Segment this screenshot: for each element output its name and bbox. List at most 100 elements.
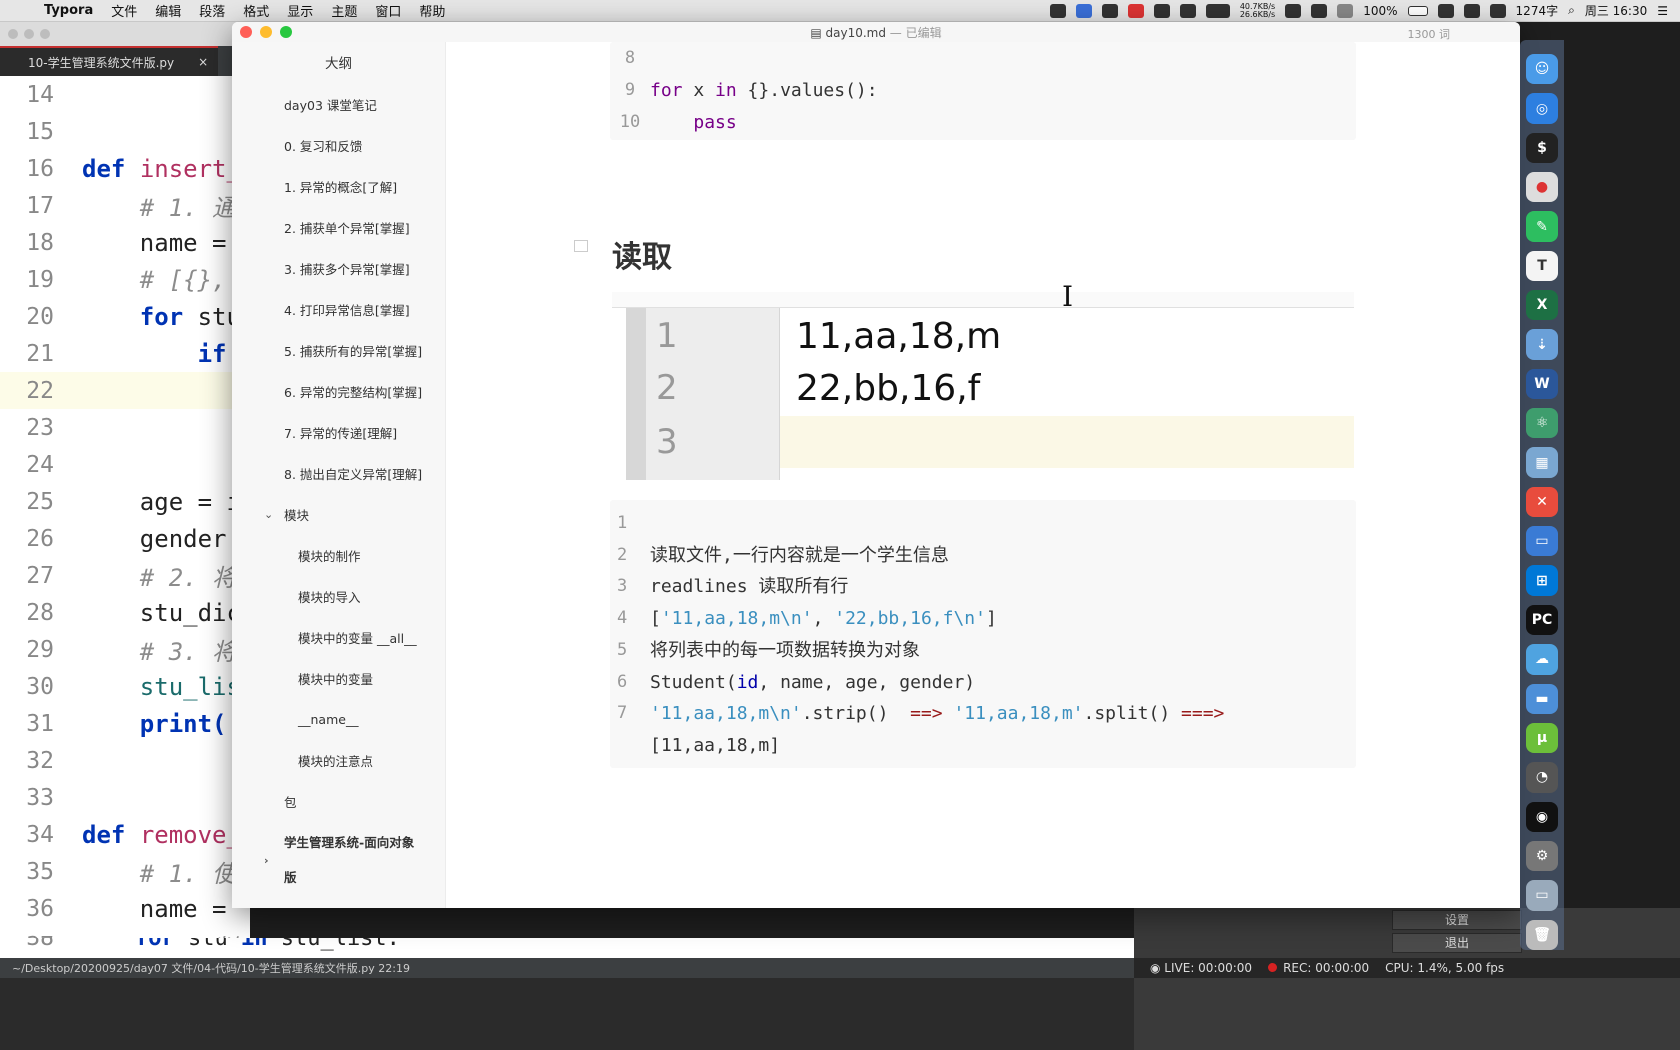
outline-item[interactable]: 1. 异常的概念[了解] xyxy=(232,166,445,207)
menu-paragraph[interactable]: 段落 xyxy=(199,1,225,20)
chrome-icon[interactable]: ● xyxy=(1526,172,1558,203)
chevron-down-icon[interactable]: ⌄ xyxy=(264,508,273,521)
code-line: 29 # 3. 将 xyxy=(26,636,237,667)
outline-item[interactable]: 3. 捕获多个异常[掌握] xyxy=(232,248,445,289)
timer-icon[interactable]: ◔ xyxy=(1526,762,1558,793)
tray-app-icon[interactable] xyxy=(1075,3,1092,18)
code-block[interactable]: 1 2 读取文件,一行内容就是一个学生信息 3 readlines 读取所有行 4[… xyxy=(610,500,1356,768)
weather-icon[interactable]: ☁ xyxy=(1526,644,1558,675)
outline-item[interactable]: 模块的制作 xyxy=(232,535,445,576)
tray-app-icon[interactable] xyxy=(1049,3,1066,18)
downloads-icon[interactable]: ▭ xyxy=(1526,880,1558,911)
evernote-icon[interactable]: ✎ xyxy=(1526,211,1558,242)
ide-window: 10-学生管理系统文件版.py × 14 15 16 def insert_ 17… xyxy=(0,22,250,1050)
menu-view[interactable]: 显示 xyxy=(287,1,313,20)
word-icon[interactable]: W xyxy=(1526,368,1558,400)
ide-titlebar xyxy=(0,22,250,46)
tray-app-icon[interactable] xyxy=(1127,3,1144,18)
tray-app-icon[interactable] xyxy=(1311,3,1328,18)
photos-icon[interactable]: ▦ xyxy=(1526,447,1558,478)
folder-icon[interactable]: ▬ xyxy=(1526,683,1558,714)
settings-button[interactable]: 设置 xyxy=(1392,910,1522,930)
menu-window[interactable]: 窗口 xyxy=(375,1,401,20)
outline-item[interactable]: 5. 捕获所有的异常[掌握] xyxy=(232,330,445,371)
xmind-icon[interactable]: ✕ xyxy=(1526,486,1558,518)
outline-item-student-system-cont[interactable]: › 版 xyxy=(232,854,445,892)
menu-theme[interactable]: 主题 xyxy=(331,1,357,20)
tray-app-icon[interactable] xyxy=(1179,3,1196,18)
outline-item[interactable]: 6. 异常的完整结构[掌握] xyxy=(232,371,445,412)
close-button[interactable] xyxy=(8,29,18,39)
utorrent-icon[interactable]: μ xyxy=(1526,722,1558,754)
editor-tab[interactable]: 10-学生管理系统文件版.py × xyxy=(0,46,219,76)
editor-content[interactable]: 8 9 for x in {}.values(): 10 pass 读取 1 11,… xyxy=(446,42,1520,908)
code-line: 5 将列表中的每一项数据转换为对象 xyxy=(617,639,920,661)
tray-app-icon[interactable] xyxy=(1101,3,1118,18)
screen-icon[interactable]: ▭ xyxy=(1526,526,1558,557)
outline-item[interactable]: 4. 打印异常信息[掌握] xyxy=(232,289,445,330)
safari-icon[interactable]: ◎ xyxy=(1526,93,1558,124)
menu-file[interactable]: 文件 xyxy=(111,1,137,20)
code-line: 38 for stu in stu_list: xyxy=(26,938,400,951)
code-block[interactable]: 8 9 for x in {}.values(): 10 pass xyxy=(610,42,1356,140)
window-title: ▤ day10.md — 已编辑 xyxy=(810,25,942,40)
outline-item[interactable]: 8. 抛出自定义异常[理解] xyxy=(232,453,445,494)
preview-icon[interactable]: ⇣ xyxy=(1526,329,1558,360)
outline-item[interactable]: 7. 异常的传递[理解] xyxy=(232,412,445,453)
notification-center-icon[interactable]: ☰ xyxy=(1657,4,1668,18)
outline-item[interactable]: 模块中的变量 xyxy=(232,658,445,699)
outline-item[interactable]: 模块的导入 xyxy=(232,576,445,617)
code-line: 36 name = xyxy=(26,894,227,923)
pycharm-icon[interactable]: PC xyxy=(1526,604,1558,636)
finder-icon[interactable]: ☺ xyxy=(1526,54,1558,85)
trash-icon[interactable]: 🗑 xyxy=(1526,919,1558,950)
search-icon[interactable]: ⌕ xyxy=(1568,3,1575,18)
outline-item[interactable]: 2. 捕获单个异常[掌握] xyxy=(232,207,445,248)
windows-icon[interactable]: ⊞ xyxy=(1526,565,1558,596)
tray-app-icon[interactable] xyxy=(1437,3,1454,18)
battery-icon[interactable] xyxy=(1407,5,1428,16)
typora-icon[interactable]: T xyxy=(1526,250,1558,282)
menu-format[interactable]: 格式 xyxy=(243,1,269,20)
heading-anchor-icon[interactable] xyxy=(574,240,588,252)
zoom-button[interactable] xyxy=(40,29,50,39)
system-preferences-icon[interactable]: ⚙ xyxy=(1526,840,1558,872)
code-line: 24 xyxy=(26,451,54,478)
atom-icon[interactable]: ⚛ xyxy=(1526,408,1558,439)
wifi-icon[interactable] xyxy=(1337,3,1354,18)
document-icon: ▤ xyxy=(810,25,826,40)
outline-item[interactable]: 模块中的变量 __all__ xyxy=(232,617,445,658)
ide-code-editor[interactable]: 14 15 16 def insert_ 17 # 1. 通 18 name = … xyxy=(0,76,250,964)
code-line-wrap: [11,aa,18,m] xyxy=(650,734,781,756)
tray-app-icon[interactable] xyxy=(1285,3,1302,18)
input-method-icon[interactable] xyxy=(1463,3,1480,18)
code-line: 20 for stu xyxy=(26,302,241,331)
minimize-button[interactable] xyxy=(24,29,34,39)
outline-item[interactable]: 模块的注意点 xyxy=(232,740,445,781)
app-menu[interactable]: Typora xyxy=(44,3,93,18)
outline-item-modules[interactable]: ⌄ 模块 xyxy=(232,494,445,535)
text-cursor-icon: I xyxy=(1062,280,1074,313)
code-line: 10 pass xyxy=(619,111,737,133)
clock[interactable]: 周三 16:30 xyxy=(1585,2,1647,19)
outline-item[interactable]: __name__ xyxy=(232,699,445,740)
outline-item[interactable]: 0. 复习和反馈 xyxy=(232,125,445,166)
outline-item[interactable]: 包 xyxy=(232,781,445,822)
menu-edit[interactable]: 编辑 xyxy=(155,1,181,20)
obs-icon[interactable]: ◉ xyxy=(1526,801,1558,832)
menu-help[interactable]: 帮助 xyxy=(419,1,445,20)
battery-level[interactable]: 100% xyxy=(1363,4,1397,18)
terminal-icon[interactable]: $ xyxy=(1526,132,1558,164)
monitor-icon[interactable] xyxy=(1205,3,1230,18)
embedded-image[interactable]: 1 11,aa,18,m 2 22,bb,16,f 3 xyxy=(612,292,1354,482)
chevron-right-icon[interactable]: › xyxy=(264,854,269,867)
word-count[interactable]: 1300 词 xyxy=(1408,26,1451,42)
exit-button[interactable]: 退出 xyxy=(1392,933,1522,953)
excel-icon[interactable]: X xyxy=(1526,290,1558,321)
tray-app-icon[interactable] xyxy=(1489,3,1506,18)
tray-app-icon[interactable] xyxy=(1153,3,1170,18)
char-count[interactable]: 1274字 xyxy=(1516,2,1559,19)
outline-item[interactable]: day03 课堂笔记 xyxy=(232,84,445,125)
code-line: 31 print( xyxy=(26,709,227,738)
close-tab-icon[interactable]: × xyxy=(198,55,208,69)
